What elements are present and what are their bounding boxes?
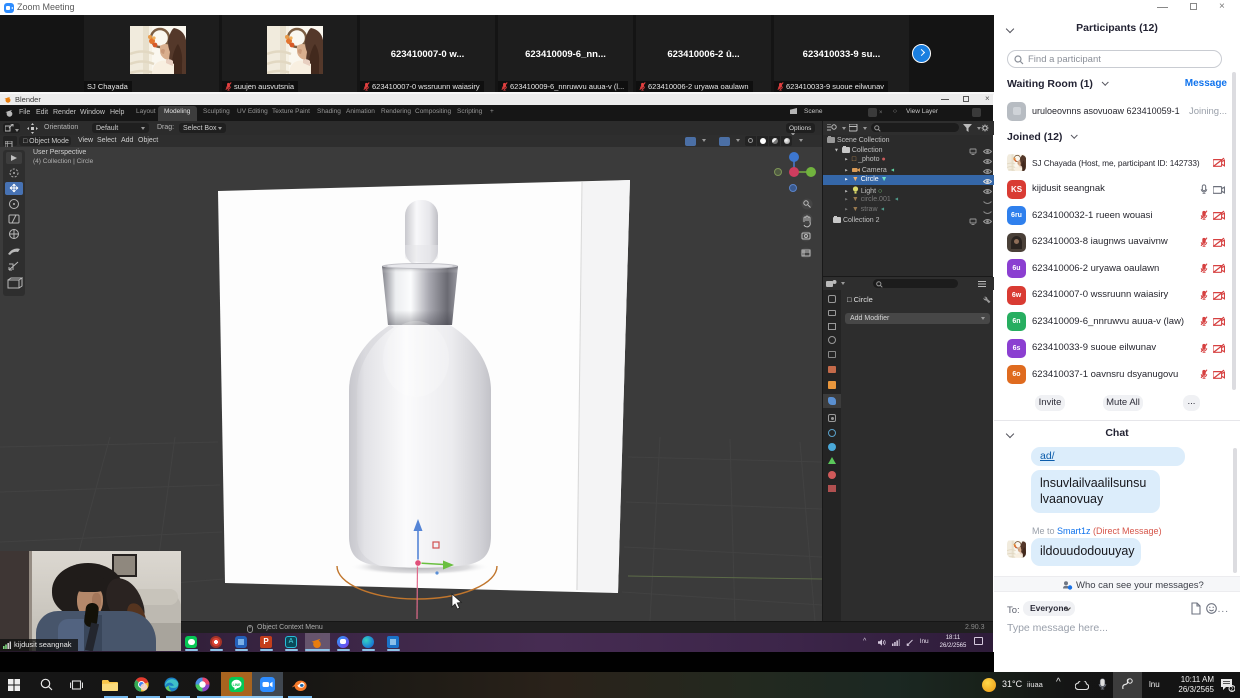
svg-text:LINE: LINE (233, 683, 241, 687)
svg-text:2: 2 (1231, 686, 1234, 692)
